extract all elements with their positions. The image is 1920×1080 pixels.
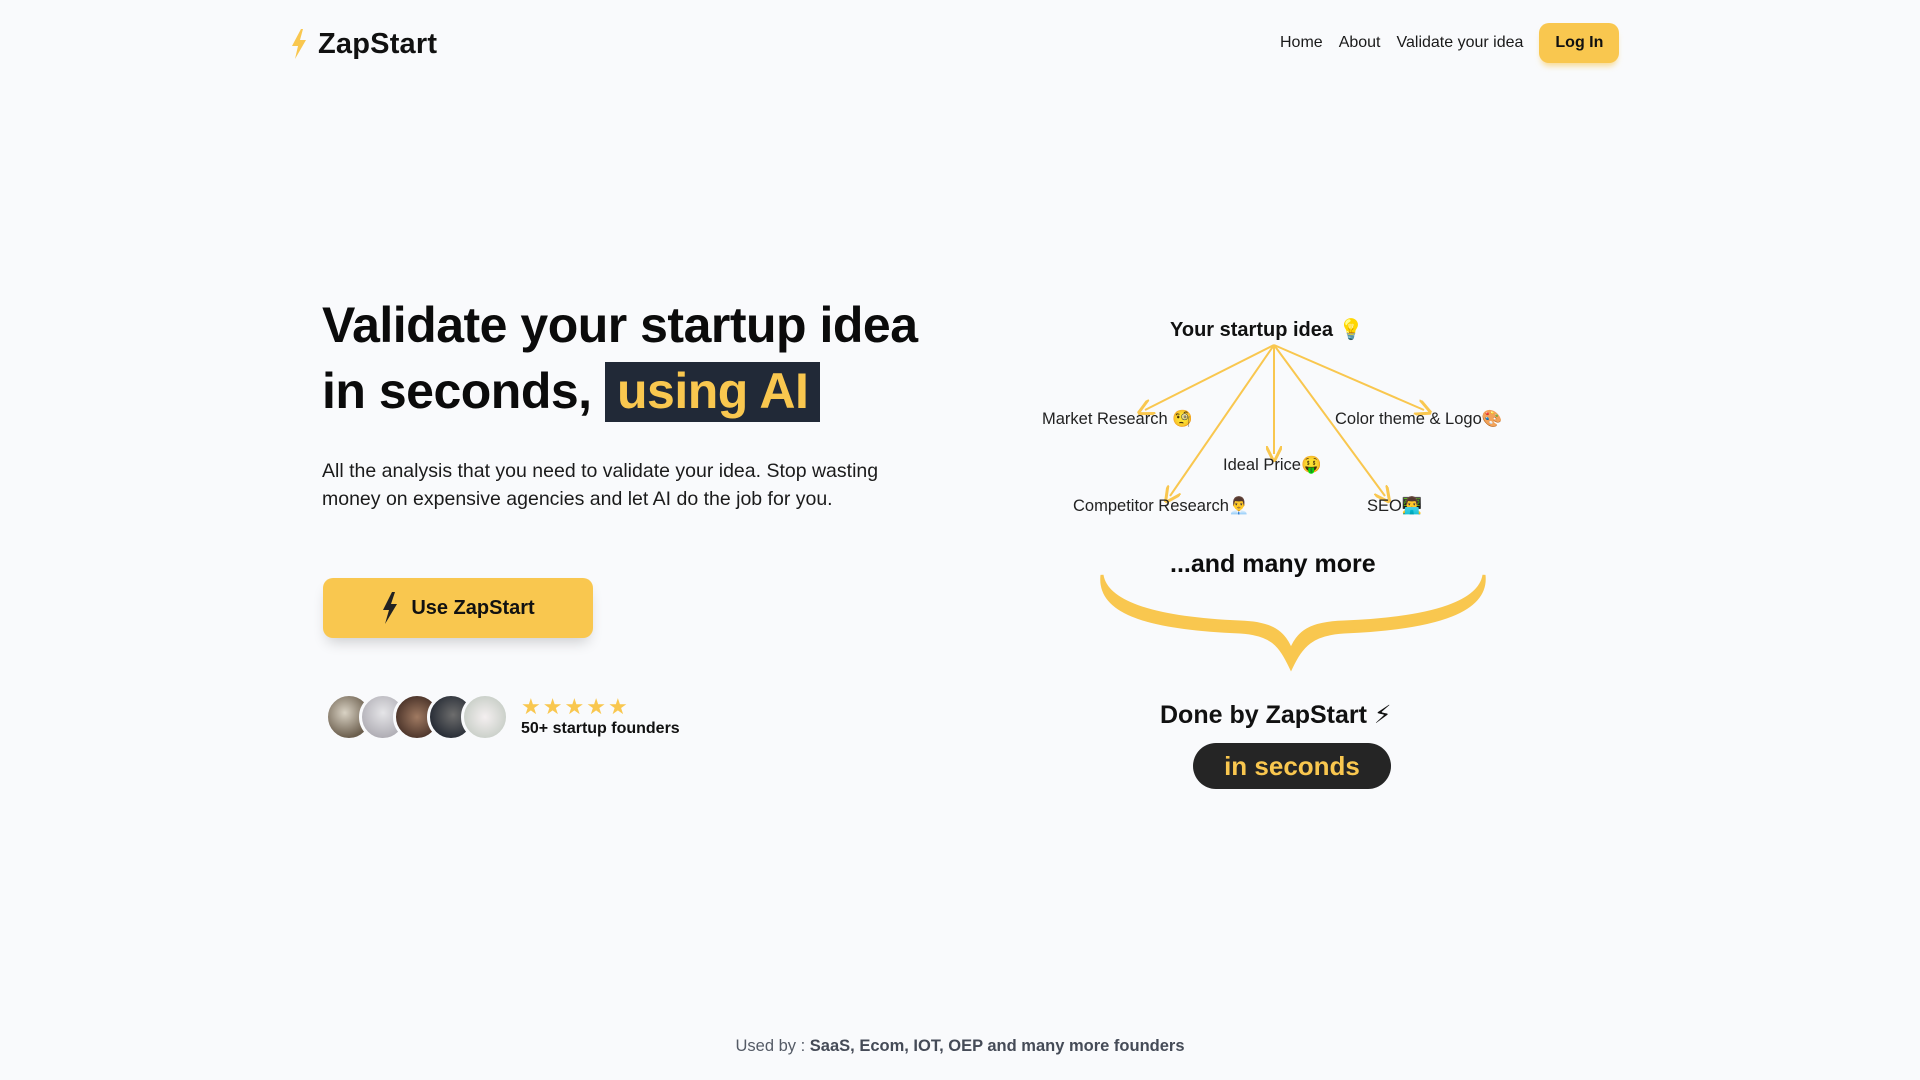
headline-highlight: using AI — [604, 362, 821, 422]
main-nav: Home About Validate your idea Log In — [1280, 22, 1620, 64]
use-zapstart-button[interactable]: Use ZapStart — [323, 578, 593, 638]
founders-count: 50+ startup founders — [521, 720, 680, 737]
brand-name: ZapStart — [318, 27, 438, 60]
headline-prefix: in seconds, — [322, 363, 592, 419]
arrow-market-research — [1145, 344, 1275, 410]
hero-headline: Validate your startup idea in seconds, u… — [322, 292, 918, 424]
node-color-theme-logo: Color theme & Logo🎨 — [1335, 410, 1503, 428]
lightning-bolt-icon — [383, 592, 398, 624]
node-ideal-price: Ideal Price🤑 — [1223, 456, 1322, 474]
used-by-footer: Used by : SaaS, Ecom, IOT, OEP and many … — [0, 1037, 1920, 1056]
rating-stars: ★ ★ ★ ★ ★ — [521, 696, 680, 718]
node-competitor-research: Competitor Research👨‍💼 — [1073, 497, 1250, 515]
avatar — [461, 693, 509, 741]
feature-diagram: Your startup idea 💡 Market Research 🧐 Co… — [1000, 300, 1580, 820]
used-by-prefix: Used by : — [735, 1037, 810, 1055]
nav-about[interactable]: About — [1339, 34, 1381, 52]
cta-label: Use ZapStart — [411, 596, 535, 619]
star-icon: ★ — [607, 694, 628, 719]
headline-line-1: Validate your startup idea — [322, 297, 918, 353]
star-icon: ★ — [586, 694, 606, 719]
star-icon: ★ — [564, 694, 585, 719]
node-market-research: Market Research 🧐 — [1042, 410, 1193, 428]
star-icon: ★ — [542, 694, 563, 719]
hero-subtitle: All the analysis that you need to valida… — [322, 460, 879, 510]
node-seo: SEO👨‍💻 — [1367, 497, 1423, 515]
nav-validate-idea[interactable]: Validate your idea — [1397, 34, 1524, 52]
in-seconds-pill: in seconds — [1193, 743, 1391, 789]
used-by-list: SaaS, Ecom, IOT, OEP and many more found… — [809, 1037, 1185, 1055]
arrow-color-theme — [1273, 344, 1424, 410]
founder-avatars — [325, 693, 509, 741]
headline-line-2: in seconds, using AI — [322, 358, 918, 424]
curly-brace — [1100, 574, 1486, 672]
social-proof: ★ ★ ★ ★ ★ 50+ startup founders — [325, 693, 680, 741]
lightning-bolt-icon — [292, 29, 306, 59]
brand-logo[interactable]: ZapStart — [290, 24, 437, 64]
login-button[interactable]: Log In — [1539, 23, 1620, 63]
done-by-zapstart: Done by ZapStart ⚡ — [1160, 701, 1392, 729]
nav-home[interactable]: Home — [1280, 34, 1323, 52]
star-icon: ★ — [521, 694, 541, 719]
and-many-more: ...and many more — [1170, 550, 1376, 578]
diagram-root: Your startup idea 💡 — [1170, 319, 1364, 341]
